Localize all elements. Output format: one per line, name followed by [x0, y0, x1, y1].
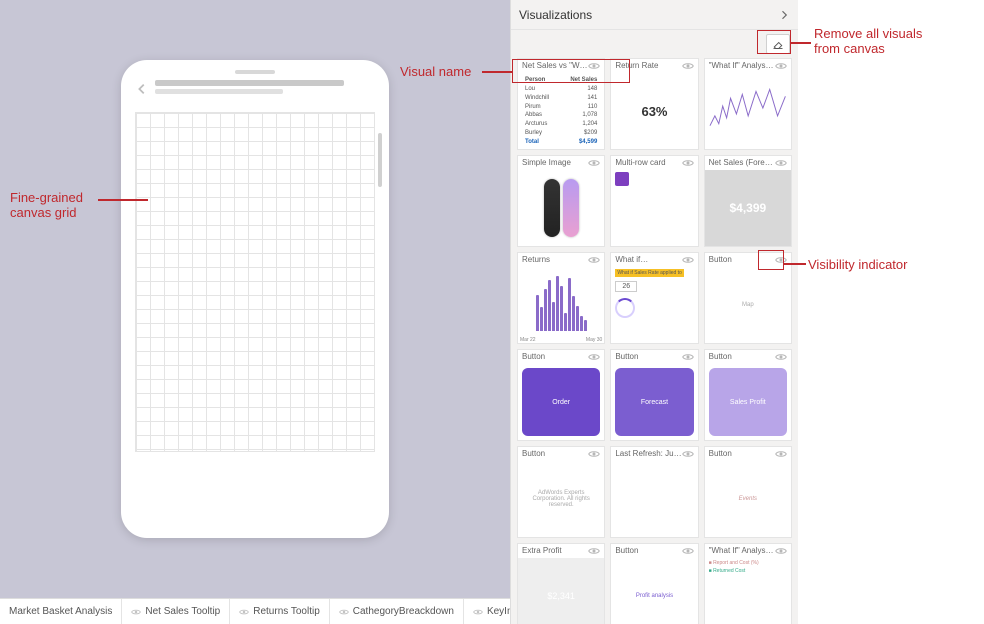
visibility-icon[interactable] [682, 158, 694, 168]
tab-label: Market Basket Analysis [9, 606, 112, 617]
visibility-icon[interactable] [682, 352, 694, 362]
tab-label: CathegoryBreackdown [353, 606, 454, 617]
viz-tile[interactable]: ReturnsMar 22May 30Date [517, 252, 605, 344]
viz-tile[interactable]: ButtonProfit analysis [610, 543, 698, 624]
scrollbar[interactable] [378, 133, 382, 187]
visibility-icon[interactable] [775, 352, 787, 362]
visibility-icon[interactable] [775, 61, 787, 71]
mobile-canvas-area: Market Basket Analysis Net Sales Tooltip… [0, 0, 510, 624]
hidden-icon [239, 608, 249, 616]
tile-name: Button [522, 450, 588, 459]
viz-tile[interactable]: Net Sales (Forec… $4,399 [704, 155, 792, 247]
phone-frame [121, 60, 389, 538]
viz-tile[interactable]: ButtonAdWords Experts Corporation. All r… [517, 446, 605, 538]
viz-tile[interactable]: Button Sales Profit [704, 349, 792, 441]
visualizations-panel: Visualizations Net Sales vs "W…PersonNet… [510, 0, 798, 624]
tile-name: Returns [522, 256, 588, 265]
visibility-icon[interactable] [682, 546, 694, 556]
page-tab[interactable]: Net Sales Tooltip [122, 599, 230, 624]
page-tab[interactable]: Market Basket Analysis [0, 599, 122, 624]
viz-tile[interactable]: "What If" Analysi…■ Report and Cost (%)■… [704, 543, 792, 624]
page-tab[interactable]: Returns Tooltip [230, 599, 330, 624]
tile-name: Simple Image [522, 159, 588, 168]
tile-name: Button [709, 450, 775, 459]
viz-tile[interactable]: Multi-row card [610, 155, 698, 247]
hidden-icon [473, 608, 483, 616]
hidden-icon [131, 608, 141, 616]
viz-tile[interactable]: Last Refresh: Jun… [610, 446, 698, 538]
visibility-icon[interactable] [682, 255, 694, 265]
tile-name: Net Sales (Forec… [709, 159, 775, 168]
page-tab[interactable]: KeyInfluencers [464, 599, 510, 624]
tab-label: Net Sales Tooltip [145, 606, 220, 617]
visibility-icon[interactable] [682, 449, 694, 459]
viz-tile[interactable]: "What If" Analysi… [704, 58, 792, 150]
value: $2,341 [547, 591, 575, 601]
big-button[interactable]: Order [522, 368, 600, 436]
visibility-icon[interactable] [588, 546, 600, 556]
visualizations-grid: Net Sales vs "W…PersonNet SalesLou148Win… [511, 58, 798, 624]
viz-tile[interactable]: Button Forecast [610, 349, 698, 441]
visibility-icon[interactable] [588, 352, 600, 362]
big-button[interactable]: Forecast [615, 368, 693, 436]
kpi-value: 63% [641, 104, 667, 119]
page-tab[interactable]: CathegoryBreackdown [330, 599, 464, 624]
visibility-icon[interactable] [588, 449, 600, 459]
big-button[interactable]: Sales Profit [709, 368, 787, 436]
viz-tile[interactable]: What if…What if Sales Rate applied to26 [610, 252, 698, 344]
panel-title: Visualizations [519, 8, 592, 22]
visibility-icon[interactable] [588, 158, 600, 168]
visibility-icon[interactable] [682, 61, 694, 71]
forecast-value: $4,399 [729, 201, 766, 215]
tile-name: Button [615, 353, 681, 362]
viz-tile[interactable]: Extra Profit $2,341 [517, 543, 605, 624]
viz-tile[interactable]: ButtonEvents [704, 446, 792, 538]
note-icon [615, 172, 629, 186]
tile-name: "What If" Analysi… [709, 547, 775, 556]
tab-label: Returns Tooltip [253, 606, 320, 617]
viz-tile[interactable]: Simple Image [517, 155, 605, 247]
tile-name: Last Refresh: Jun… [615, 450, 681, 459]
tile-name: "What If" Analysi… [709, 62, 775, 71]
tile-name: Button [709, 353, 775, 362]
page-tab-strip: Market Basket Analysis Net Sales Tooltip… [0, 598, 510, 624]
tile-name: What if… [615, 256, 681, 265]
tile-name: Button [615, 547, 681, 556]
chevron-left-icon [135, 82, 149, 96]
annotation-label-column [798, 0, 984, 624]
visibility-icon[interactable] [588, 255, 600, 265]
tab-label: KeyInfluencers [487, 606, 510, 617]
chevron-right-icon[interactable] [778, 9, 790, 21]
visibility-icon[interactable] [775, 546, 787, 556]
hidden-icon [339, 608, 349, 616]
viz-tile[interactable]: Button Order [517, 349, 605, 441]
tile-name: Multi-row card [615, 159, 681, 168]
canvas-grid[interactable] [135, 112, 375, 452]
tile-name: Extra Profit [522, 547, 588, 556]
spinner-icon [615, 298, 635, 318]
visibility-icon[interactable] [775, 449, 787, 459]
title-placeholder [155, 80, 375, 94]
visibility-icon[interactable] [775, 158, 787, 168]
tile-name: Button [522, 353, 588, 362]
phone-speaker [235, 70, 275, 74]
